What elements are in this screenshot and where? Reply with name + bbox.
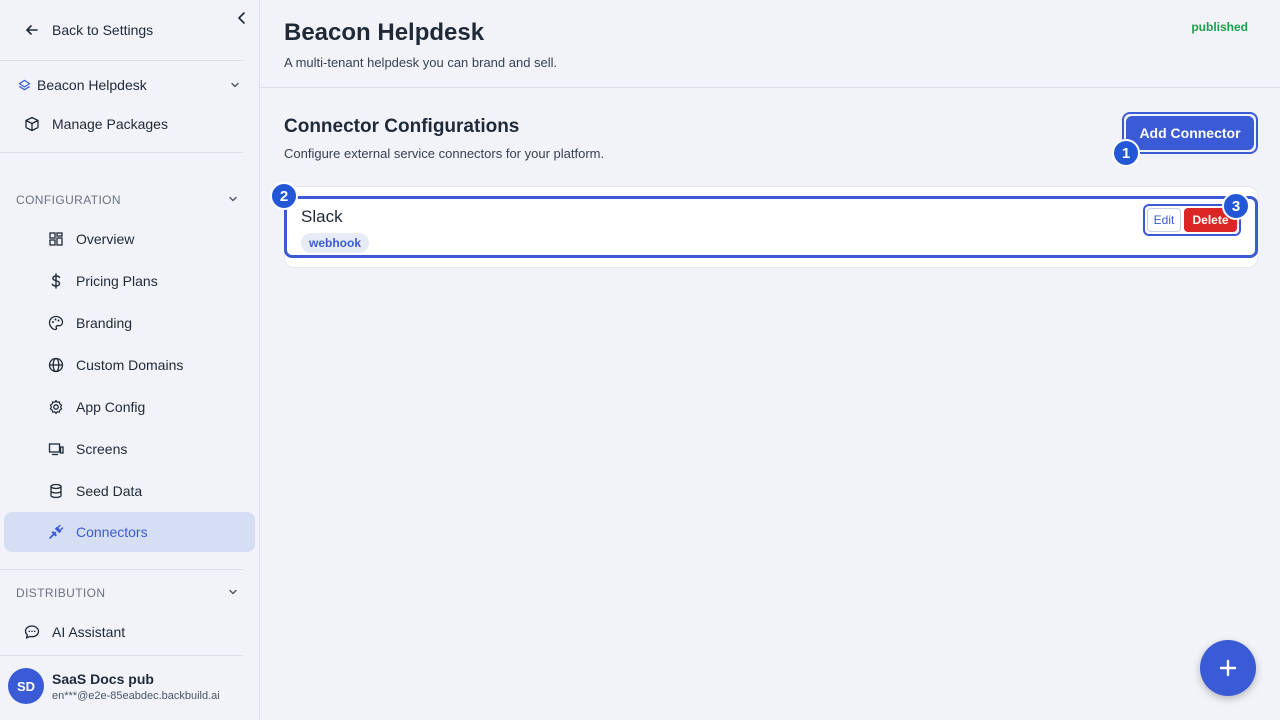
layers-icon [18, 79, 31, 92]
section-subtitle: Configure external service connectors fo… [284, 146, 605, 161]
sidebar: Back to Settings Beacon Helpdesk Manage … [0, 0, 260, 720]
chevron-left-icon [238, 12, 245, 24]
status-badge: published [1191, 20, 1248, 34]
marker-badge-3: 3 [1222, 192, 1250, 220]
gear-icon [48, 399, 64, 415]
manage-packages-label: Manage Packages [52, 116, 168, 132]
floating-add-button[interactable] [1200, 640, 1256, 696]
nav-label: Pricing Plans [76, 273, 158, 289]
nav-item-branding[interactable]: Branding [4, 303, 255, 343]
nav-label: AI Assistant [52, 624, 126, 640]
section-title: Connector Configurations [284, 116, 520, 137]
connector-name: Slack [301, 207, 343, 226]
main-content: Beacon Helpdesk A multi-tenant helpdesk … [260, 0, 1280, 720]
connector-type-tag: webhook [301, 233, 370, 253]
project-name: Beacon Helpdesk [37, 77, 147, 93]
nav-label: Seed Data [76, 483, 143, 499]
divider [260, 87, 1280, 88]
connector-card: Slack webhook Edit Delete [284, 196, 1258, 258]
project-selector[interactable]: Beacon Helpdesk [18, 77, 147, 93]
nav-label: Custom Domains [76, 357, 184, 373]
nav-item-connectors[interactable]: Connectors [4, 512, 255, 552]
page-title: Beacon Helpdesk [284, 19, 485, 46]
back-label: Back to Settings [52, 22, 154, 38]
divider [0, 152, 243, 153]
nav-item-app-config[interactable]: App Config [4, 387, 255, 427]
divider [0, 655, 243, 656]
marker-badge-1: 1 [1112, 139, 1140, 167]
monitor-icon [48, 441, 64, 457]
globe-icon [48, 357, 64, 373]
divider [0, 60, 243, 61]
nav-label: Screens [76, 441, 128, 457]
manage-packages-link[interactable]: Manage Packages [24, 116, 168, 132]
user-profile[interactable]: SD SaaS Docs pub en***@e2e-85eabdec.back… [8, 668, 220, 704]
back-to-settings-link[interactable]: Back to Settings [24, 20, 153, 40]
package-icon [24, 116, 40, 132]
nav-label: Connectors [76, 524, 148, 540]
nav-item-pricing-plans[interactable]: Pricing Plans [4, 261, 255, 301]
nav-item-ai-assistant[interactable]: AI Assistant [24, 624, 125, 640]
nav-label: Overview [76, 231, 135, 247]
page-subtitle: A multi-tenant helpdesk you can brand an… [284, 55, 558, 70]
avatar: SD [8, 668, 44, 704]
edit-button[interactable]: Edit [1147, 208, 1181, 232]
add-connector-button[interactable]: Add Connector [1126, 116, 1254, 150]
chat-icon [24, 624, 40, 640]
chevron-down-icon[interactable] [227, 586, 239, 598]
chevron-down-icon[interactable] [229, 79, 241, 91]
distribution-section-title: DISTRIBUTION [16, 586, 106, 600]
dollar-icon [48, 273, 64, 289]
configuration-section-title: CONFIGURATION [16, 193, 121, 207]
palette-icon [48, 315, 64, 331]
nav-item-overview[interactable]: Overview [4, 219, 255, 259]
nav-item-custom-domains[interactable]: Custom Domains [4, 345, 255, 385]
chevron-down-icon[interactable] [227, 193, 239, 205]
nav-item-seed-data[interactable]: Seed Data [4, 471, 255, 511]
dashboard-icon [48, 231, 64, 247]
add-connector-highlight: Add Connector [1122, 112, 1258, 154]
database-icon [48, 483, 64, 499]
user-email: en***@e2e-85eabdec.backbuild.ai [52, 689, 220, 702]
nav-label: App Config [76, 399, 146, 415]
divider [0, 569, 243, 570]
plus-icon [1219, 659, 1237, 677]
nav-label: Branding [76, 315, 133, 331]
marker-badge-2: 2 [270, 182, 298, 210]
user-name: SaaS Docs pub [52, 670, 154, 687]
nav-item-screens[interactable]: Screens [4, 429, 255, 469]
collapse-sidebar-button[interactable] [234, 10, 250, 26]
plug-icon [48, 524, 64, 540]
arrow-left-icon [24, 22, 40, 38]
